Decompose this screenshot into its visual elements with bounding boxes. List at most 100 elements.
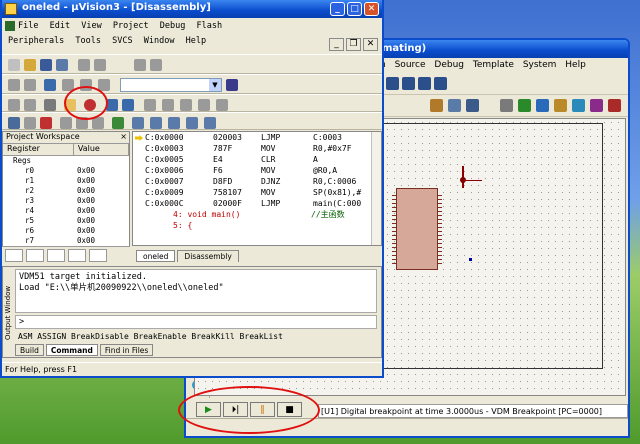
uvision-titlebar[interactable]: oneled - µVision3 - [Disassembly] _ □ ✕ <box>2 0 382 18</box>
table-row[interactable]: r3 0x00 <box>3 196 129 206</box>
save-icon[interactable] <box>40 59 52 71</box>
tab-build[interactable]: Build <box>15 344 44 356</box>
tab-command[interactable]: Command <box>45 344 98 356</box>
source-line[interactable]: 5: { <box>133 220 381 231</box>
templates-tab-icon[interactable] <box>89 249 107 262</box>
table-row[interactable]: r7 0x00 <box>3 236 129 246</box>
uvision-window[interactable]: oneled - µVision3 - [Disassembly] _ □ ✕ … <box>0 0 384 378</box>
tool-icon[interactable] <box>500 99 513 112</box>
register-group[interactable]: Regs <box>3 156 129 166</box>
window-icon-2[interactable] <box>122 99 134 111</box>
zoom-area-icon[interactable] <box>434 77 447 90</box>
books-tab-icon[interactable] <box>47 249 65 262</box>
col-register[interactable]: Register <box>3 144 74 155</box>
ares-icon[interactable] <box>608 99 621 112</box>
new-file-icon[interactable] <box>8 59 20 71</box>
table-row[interactable]: r1 0x00 <box>3 176 129 186</box>
menu-file[interactable]: File <box>18 21 38 31</box>
netlist-icon[interactable] <box>518 99 531 112</box>
serial-icon[interactable] <box>186 117 198 129</box>
functions-tab-icon[interactable] <box>68 249 86 262</box>
table-row[interactable]: r2 0x00 <box>3 186 129 196</box>
component-icon[interactable] <box>430 99 443 112</box>
bom-icon[interactable] <box>572 99 585 112</box>
halt-icon[interactable] <box>40 117 52 129</box>
packaging-icon[interactable] <box>466 99 479 112</box>
disasm-line[interactable]: C:0x0005 E4 CLR A <box>133 154 381 165</box>
mdi-restore-button[interactable]: ❐ <box>346 38 361 51</box>
open-file-icon[interactable] <box>24 59 36 71</box>
tab-find-in-files[interactable]: Find in Files <box>99 344 154 356</box>
table-row[interactable]: r0 0x00 <box>3 166 129 176</box>
bookmark-icon[interactable] <box>44 79 56 91</box>
disasm-line[interactable]: C:0x0003 787F MOV R0,#0x7F <box>133 143 381 154</box>
close-button[interactable]: ✕ <box>364 2 379 16</box>
menu-help[interactable]: Help <box>186 36 206 46</box>
back-icon[interactable] <box>8 79 20 91</box>
property-icon[interactable] <box>554 99 567 112</box>
run-icon[interactable] <box>24 117 36 129</box>
toolbox-icon[interactable] <box>204 117 216 129</box>
isis-menu-source[interactable]: Source <box>395 60 426 70</box>
close-icon[interactable]: × <box>120 132 127 141</box>
col-value[interactable]: Value <box>74 144 129 155</box>
breakpoint-disable-icon[interactable] <box>198 99 210 111</box>
forward-icon[interactable] <box>24 79 36 91</box>
arrow-icon[interactable] <box>8 99 20 111</box>
vertical-scrollbar[interactable] <box>371 132 381 245</box>
disasm-line[interactable]: C:0x000C 02000F LJMP main(C:000 <box>133 198 381 209</box>
annotate-icon[interactable] <box>536 99 549 112</box>
memory-icon[interactable] <box>168 117 180 129</box>
menu-svcs[interactable]: SVCS <box>112 36 132 46</box>
tab-disassembly[interactable]: Disassembly <box>177 250 239 262</box>
menu-tools[interactable]: Tools <box>75 36 101 46</box>
save-all-icon[interactable] <box>56 59 68 71</box>
copy-icon[interactable] <box>94 59 106 71</box>
disasm-line[interactable]: C:0x0000 020003 LJMP C:0003 <box>133 132 381 143</box>
disasm-line[interactable]: C:0x0009 758107 MOV SP(0x81),# <box>133 187 381 198</box>
tab-oneled[interactable]: oneled <box>136 250 176 262</box>
menu-flash[interactable]: Flash <box>197 21 223 31</box>
menu-debug[interactable]: Debug <box>160 21 186 31</box>
arrow-icon-2[interactable] <box>24 99 36 111</box>
library-icon[interactable] <box>448 99 461 112</box>
table-row[interactable]: r5 0x00 <box>3 216 129 226</box>
table-row[interactable]: r4 0x00 <box>3 206 129 216</box>
breakpoint-enable-icon[interactable] <box>216 99 228 111</box>
step-into-icon[interactable] <box>60 117 72 129</box>
cut-icon[interactable] <box>78 59 90 71</box>
maximize-button[interactable]: □ <box>347 2 362 16</box>
breakpoint-icon[interactable] <box>180 99 192 111</box>
regs-tab-icon[interactable] <box>26 249 44 262</box>
disasm-line[interactable]: C:0x0006 F6 MOV @R0,A <box>133 165 381 176</box>
table-row[interactable]: r6 0x00 <box>3 226 129 236</box>
reset-icon[interactable] <box>8 117 20 129</box>
zoom-out-icon[interactable] <box>402 77 415 90</box>
files-tab-icon[interactable] <box>5 249 23 262</box>
source-line[interactable]: 4: void main() //主函数 <box>133 209 381 220</box>
binoculars-icon[interactable] <box>226 79 238 91</box>
disassembly-icon[interactable] <box>132 117 144 129</box>
command-input[interactable]: > <box>15 315 377 329</box>
menu-peripherals[interactable]: Peripherals <box>8 36 64 46</box>
breakpoint-kill-icon[interactable] <box>162 99 174 111</box>
chevron-down-icon[interactable]: ▼ <box>209 79 221 91</box>
undo-icon[interactable] <box>134 59 146 71</box>
hand-icon[interactable] <box>144 99 156 111</box>
mdi-close-button[interactable]: ✕ <box>363 38 378 51</box>
dbg-icon[interactable] <box>44 99 56 111</box>
isis-menu-system[interactable]: System <box>523 60 557 70</box>
disasm-line[interactable]: C:0x0007 D8FD DJNZ R0,C:0006 <box>133 176 381 187</box>
minimize-button[interactable]: _ <box>330 2 345 16</box>
run-to-cursor-icon[interactable] <box>112 117 124 129</box>
watch-icon[interactable] <box>150 117 162 129</box>
menu-window[interactable]: Window <box>144 36 175 46</box>
mdi-minimize-button[interactable]: _ <box>329 38 344 51</box>
disassembly-view[interactable]: C:0x0000 020003 LJMP C:0003 C:0x0003 787F MOV… <box>132 131 382 246</box>
menu-view[interactable]: View <box>81 21 101 31</box>
zoom-in-icon[interactable] <box>386 77 399 90</box>
redo-icon[interactable] <box>150 59 162 71</box>
find-combo[interactable]: ▼ <box>120 78 222 92</box>
menu-edit[interactable]: Edit <box>50 21 70 31</box>
erc-icon[interactable] <box>590 99 603 112</box>
